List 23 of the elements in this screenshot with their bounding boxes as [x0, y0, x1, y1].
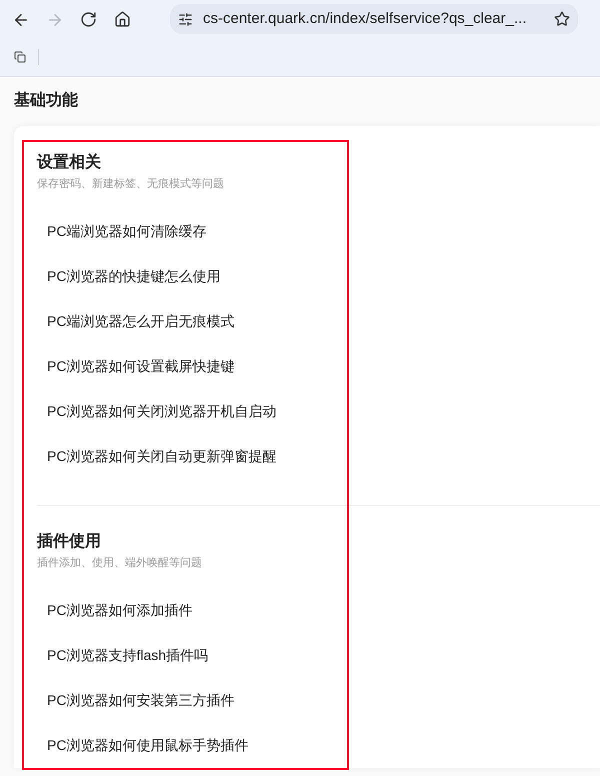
question-link[interactable]: PC浏览器如何设置截屏快捷键	[37, 344, 234, 389]
question-link[interactable]: PC浏览器如何使用鼠标手势插件	[37, 723, 248, 768]
reload-button[interactable]	[80, 11, 96, 27]
question-link[interactable]: PC端浏览器如何清除缓存	[37, 209, 206, 254]
question-link[interactable]: PC端浏览器怎么开启无痕模式	[37, 299, 234, 344]
question-link[interactable]: PC浏览器如何关闭自动更新弹窗提醒	[37, 434, 276, 479]
section-subtitle: 插件添加、使用、端外唤醒等问题	[37, 556, 203, 570]
home-button[interactable]	[114, 11, 130, 27]
question-link[interactable]: PC浏览器的快捷键怎么使用	[37, 254, 220, 299]
bookmark-star-icon[interactable]	[554, 11, 570, 27]
question-link[interactable]: PC浏览器如何安装第三方插件	[37, 678, 234, 723]
section-subtitle: 保存密码、新建标签、无痕模式等问题	[37, 177, 225, 191]
tab-switcher-icon[interactable]	[14, 51, 26, 63]
address-bar[interactable]: cs-center.quark.cn/index/selfservice?qs_clear_...	[170, 4, 578, 34]
section-title: 设置相关	[37, 153, 102, 173]
section-title: 插件使用	[37, 532, 102, 552]
question-link[interactable]: PC浏览器如何添加插件	[37, 588, 192, 633]
back-button[interactable]	[12, 11, 28, 27]
site-settings-icon[interactable]	[178, 12, 193, 26]
url-text: cs-center.quark.cn/index/selfservice?qs_clear_...	[203, 8, 528, 29]
page-title: 基础功能	[14, 90, 79, 111]
question-link[interactable]: PC浏览器如何关闭浏览器开机自启动	[37, 389, 276, 434]
question-link[interactable]: PC浏览器支持flash插件吗	[37, 633, 208, 678]
